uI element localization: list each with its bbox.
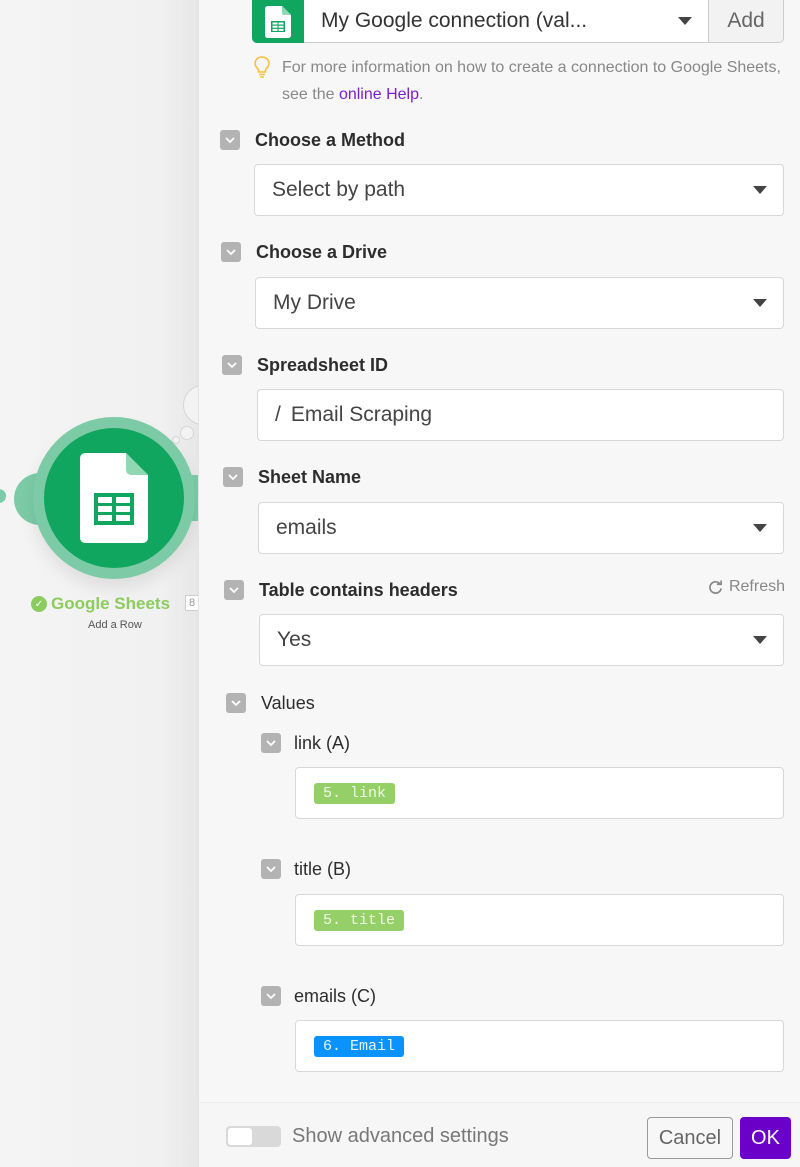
collapse-toggle[interactable] bbox=[261, 986, 281, 1006]
field-method: Choose a Method bbox=[199, 128, 800, 152]
value-column-a: link (A) bbox=[199, 731, 800, 755]
column-b-input[interactable]: 5. title bbox=[295, 894, 784, 946]
chevron-down-icon bbox=[753, 299, 767, 307]
connection-row: My Google connection (val... Add bbox=[252, 0, 784, 43]
module-label: ✓ Google Sheets bbox=[31, 594, 170, 614]
field-label: Table contains headers bbox=[259, 579, 458, 600]
chevron-down-icon bbox=[266, 865, 276, 872]
online-help-link[interactable]: online Help bbox=[339, 86, 419, 103]
chevron-down-icon bbox=[753, 186, 767, 194]
chevron-down-icon bbox=[231, 699, 241, 706]
mapped-token[interactable]: 5. link bbox=[314, 782, 396, 804]
collapse-toggle[interactable] bbox=[261, 733, 281, 753]
check-circle-icon: ✓ bbox=[31, 596, 47, 612]
advanced-settings-toggle[interactable] bbox=[226, 1126, 281, 1147]
add-connection-button[interactable]: Add bbox=[708, 0, 784, 43]
refresh-icon bbox=[709, 579, 722, 594]
collapse-toggle[interactable] bbox=[222, 355, 242, 375]
field-spreadsheet-id: Spreadsheet ID bbox=[199, 353, 800, 377]
field-label: Choose a Method bbox=[255, 129, 406, 150]
method-select[interactable]: Select by path bbox=[254, 164, 784, 216]
value-column-c: emails (C) bbox=[199, 984, 800, 1008]
refresh-label: Refresh bbox=[728, 578, 785, 595]
refresh-button[interactable]: Refresh bbox=[708, 578, 785, 596]
collapse-toggle[interactable] bbox=[261, 859, 281, 879]
module-count-badge: 8 bbox=[185, 595, 200, 611]
field-label: Choose a Drive bbox=[256, 241, 388, 262]
value-column-b: title (B) bbox=[199, 857, 800, 881]
select-value: Select by path bbox=[272, 178, 406, 201]
lightbulb-icon bbox=[254, 56, 270, 78]
chevron-down-icon bbox=[226, 248, 236, 255]
chevron-down-icon bbox=[753, 636, 767, 644]
column-label: title (B) bbox=[294, 858, 352, 879]
table-headers-select[interactable]: Yes bbox=[259, 614, 784, 666]
collapse-toggle[interactable] bbox=[223, 467, 243, 487]
values-section: Values bbox=[199, 691, 800, 715]
spreadsheet-icon bbox=[252, 0, 304, 43]
chevron-down-icon bbox=[227, 361, 237, 368]
mapped-token[interactable]: 5. title bbox=[314, 909, 405, 931]
chevron-down-icon bbox=[228, 473, 238, 480]
sheet-name-select[interactable]: emails bbox=[258, 502, 784, 554]
chevron-down-icon bbox=[266, 992, 276, 999]
select-value: emails bbox=[276, 516, 337, 539]
select-value: Yes bbox=[277, 628, 312, 651]
field-sheet-name: Sheet Name bbox=[199, 465, 800, 489]
spreadsheet-icon bbox=[80, 453, 148, 543]
hint-text: For more information on how to create a … bbox=[282, 54, 784, 108]
path-prefix: / bbox=[275, 403, 281, 426]
select-value: My Drive bbox=[273, 291, 356, 314]
drive-select[interactable]: My Drive bbox=[255, 277, 784, 329]
field-table-headers: Table contains headers Refresh bbox=[199, 578, 800, 602]
values-label: Values bbox=[261, 692, 315, 713]
collapse-toggle[interactable] bbox=[224, 580, 244, 600]
connection-hint: For more information on how to create a … bbox=[254, 54, 784, 108]
advanced-settings-label[interactable]: Show advanced settings bbox=[292, 1125, 509, 1148]
scenario-canvas: ✓ Google Sheets 8 Add a Row bbox=[0, 0, 200, 1167]
field-label: Sheet Name bbox=[258, 466, 362, 487]
connection-value: My Google connection (val... bbox=[321, 9, 588, 32]
chevron-down-icon bbox=[266, 739, 276, 746]
field-label: Spreadsheet ID bbox=[257, 354, 389, 375]
chevron-down-icon bbox=[753, 524, 767, 532]
column-c-input[interactable]: 6. Email bbox=[295, 1020, 784, 1072]
chevron-down-icon bbox=[678, 17, 692, 25]
hint-suffix: . bbox=[419, 86, 424, 103]
module-app-name: Google Sheets bbox=[51, 594, 171, 613]
toggle-knob bbox=[228, 1128, 252, 1145]
module-action: Add a Row bbox=[88, 619, 142, 631]
collapse-toggle[interactable] bbox=[220, 130, 240, 150]
path-value: Email Scraping bbox=[290, 403, 433, 426]
cancel-button[interactable]: Cancel bbox=[647, 1117, 733, 1159]
mapped-token[interactable]: 6. Email bbox=[314, 1035, 405, 1057]
ok-button[interactable]: OK bbox=[740, 1117, 791, 1159]
spreadsheet-path-input[interactable]: / Email Scraping bbox=[257, 389, 784, 441]
connection-select[interactable]: My Google connection (val... bbox=[304, 0, 708, 43]
connector-dot bbox=[0, 489, 6, 503]
column-label: emails (C) bbox=[294, 985, 377, 1006]
collapse-toggle[interactable] bbox=[221, 242, 241, 262]
field-drive: Choose a Drive bbox=[199, 240, 800, 264]
column-a-input[interactable]: 5. link bbox=[295, 767, 784, 819]
chevron-down-icon bbox=[229, 586, 239, 593]
module-settings-panel: My Google connection (val... Add For mor… bbox=[198, 0, 800, 1167]
column-label: link (A) bbox=[294, 732, 351, 753]
panel-footer: Show advanced settings Cancel OK bbox=[199, 1102, 800, 1167]
collapse-toggle[interactable] bbox=[226, 693, 246, 713]
google-sheets-module[interactable] bbox=[0, 405, 200, 585]
chevron-down-icon bbox=[225, 136, 235, 143]
